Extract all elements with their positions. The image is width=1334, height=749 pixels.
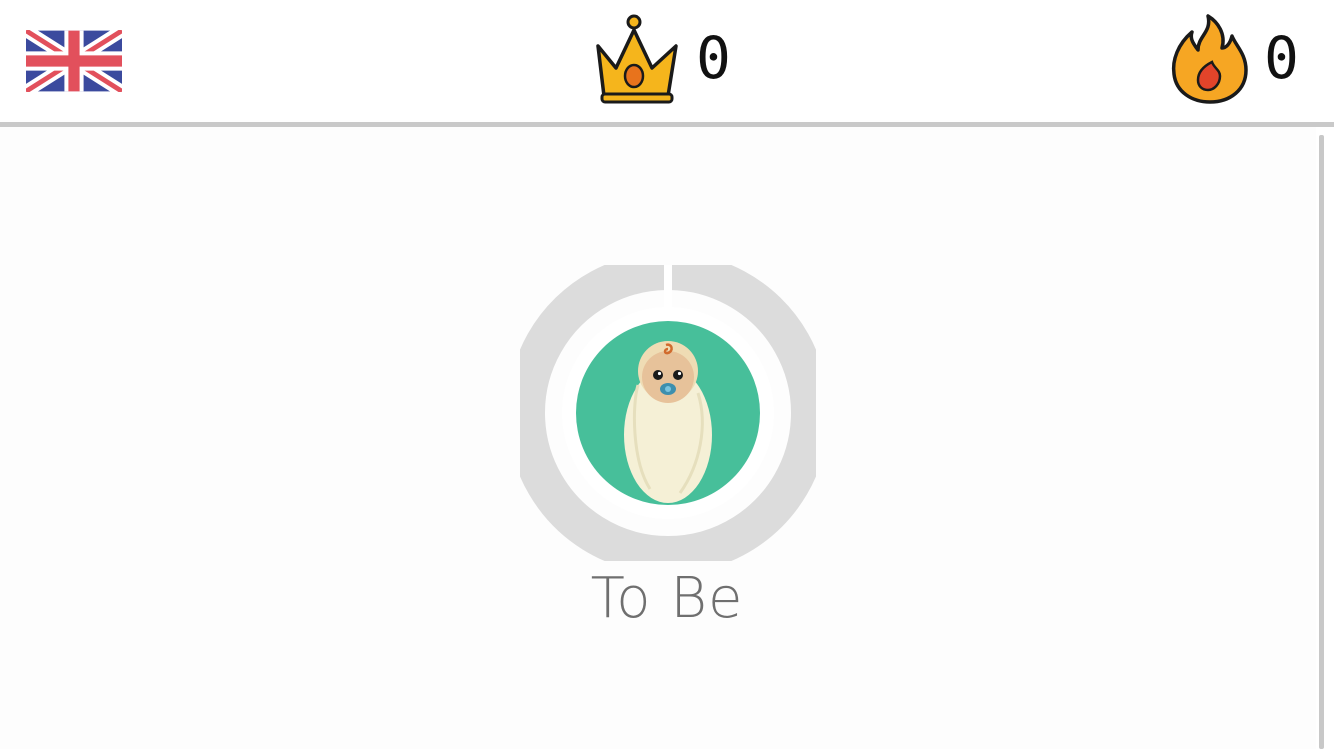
uk-flag-icon [22,25,126,97]
language-flag-button[interactable] [22,25,126,97]
level-badge[interactable] [507,252,829,574]
level-progress-ring [507,252,829,574]
crown-score: 0 [590,8,731,108]
crown-count: 0 [696,24,731,92]
streak-score: 0 [1168,8,1299,108]
app-screen: 0 0 To Be [0,0,1334,749]
scrollbar-thumb[interactable] [1319,135,1324,749]
level-title: To Be [590,566,744,631]
streak-count: 0 [1264,24,1299,92]
top-bar: 0 0 [0,0,1334,122]
crown-icon [596,14,678,104]
fire-icon [1171,14,1248,104]
